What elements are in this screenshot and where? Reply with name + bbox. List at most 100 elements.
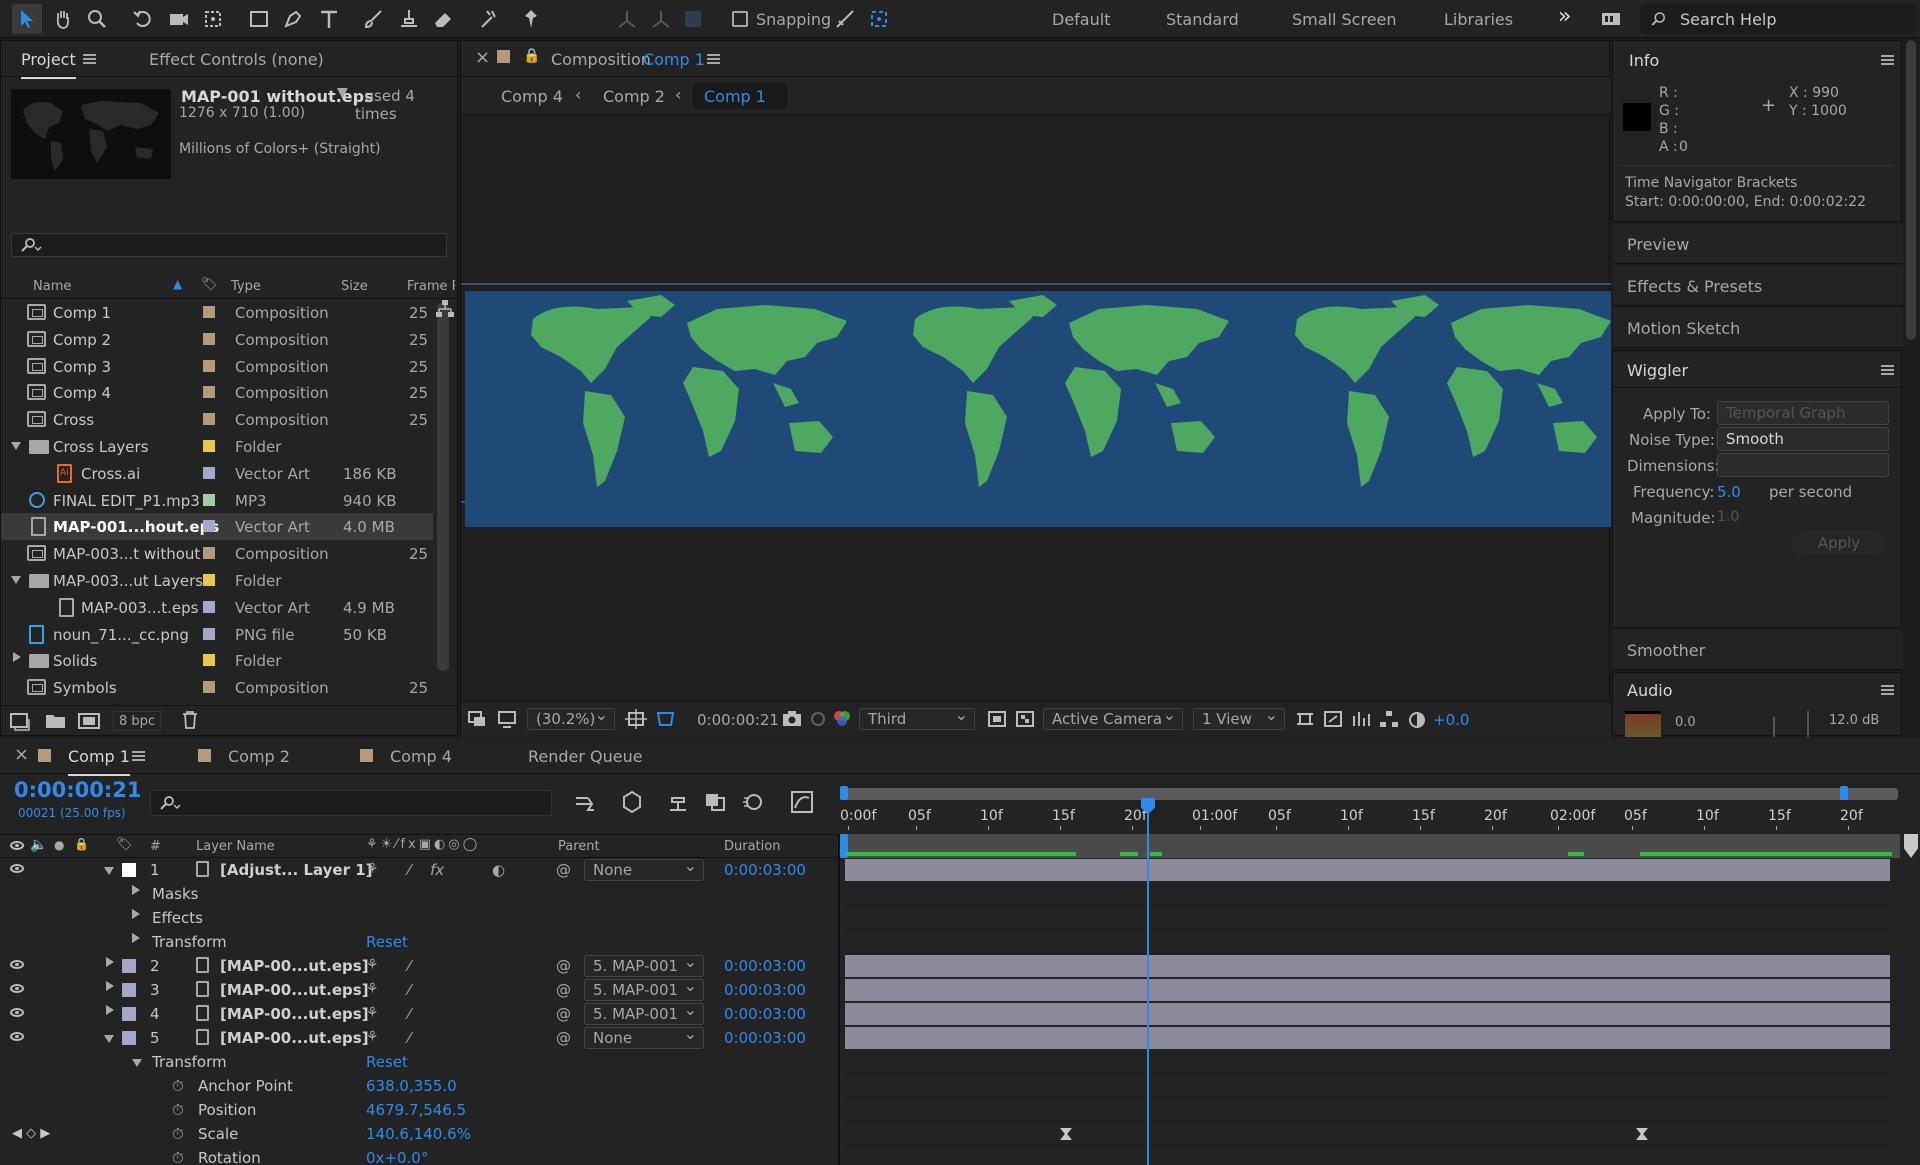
mask-visibility-icon[interactable] [655,709,677,729]
stopwatch-icon[interactable]: ⏱ [172,1101,184,1119]
label-swatch[interactable] [203,332,215,345]
timeline-tab-comp-4[interactable]: Comp 4 [390,747,452,766]
label-swatch[interactable] [203,306,215,318]
current-time-indicator[interactable] [1147,804,1149,1165]
property-row[interactable]: Transform Reset [0,1050,840,1074]
timeline-tab-comp-1[interactable]: Comp 1 [68,747,130,776]
layer-name[interactable]: [MAP-00...ut.eps] [220,957,369,975]
transparency-grid-icon[interactable] [1015,710,1035,728]
layer-expand-icon[interactable] [104,1035,114,1043]
info-menu-icon[interactable] [1881,55,1894,65]
project-item-row[interactable]: FINAL EDIT_P1.mp3 MP3 940 KB [1,487,433,514]
label-swatch[interactable] [203,493,215,506]
project-item-row[interactable]: MAP-003...t.eps Vector Art 4.9 MB [1,594,433,621]
timeline-tab-render-queue[interactable]: Render Queue [528,747,643,766]
right-panels-scrollbar[interactable] [1906,40,1916,340]
view-layout-dropdown[interactable]: 1 View [1193,705,1285,730]
layer-duration-bar[interactable] [845,859,1890,881]
tab-project[interactable]: Project [21,50,76,79]
layer-expand-icon[interactable] [106,1005,114,1015]
pick-whip-icon[interactable]: @ [556,957,571,975]
timeline-search-input[interactable] [150,790,552,816]
new-composition-icon[interactable] [77,711,101,731]
layer-expand-icon[interactable] [106,957,114,967]
hide-shy-layers-icon[interactable] [666,792,690,812]
layer-row[interactable]: 3 [MAP-00...ut.eps]⚘ ⁄ @5. MAP-001 w 0:00:03… [0,976,840,1017]
project-item-row[interactable]: Solids Folder [1,647,433,674]
exposure-value[interactable]: +0.0 [1433,711,1469,729]
pick-whip-icon[interactable]: @ [556,1029,571,1047]
shy-switch-icon[interactable]: ⚘ [366,981,379,997]
parent-dropdown[interactable]: None [584,858,704,881]
video-column-eye-icon[interactable] [10,841,24,850]
layer-visibility-eye-icon[interactable] [10,960,24,969]
lock-icon[interactable]: 🔒 [523,48,540,64]
label-column-icon[interactable]: 🏷 [201,277,218,292]
timeline-current-time[interactable]: 0:00:00:21 [14,778,141,802]
lock-column-icon[interactable]: 🔒 [74,837,89,851]
layer-visibility-eye-icon[interactable] [10,1032,24,1041]
parent-dropdown[interactable]: 5. MAP-001 w [584,1000,704,1041]
apply-to-dropdown[interactable]: Temporal Graph [1717,401,1889,425]
column-name[interactable]: Name [33,279,71,294]
layer-duration-bar[interactable] [845,1003,1890,1025]
channel-rgb-icon[interactable] [831,708,853,730]
noise-type-dropdown[interactable]: Smooth [1717,427,1889,451]
pen-tool-icon[interactable] [278,4,308,34]
label-swatch[interactable] [203,654,215,667]
shy-switch-icon[interactable]: ⚘ [366,957,379,973]
property-expand-icon[interactable] [132,933,140,943]
clone-stamp-tool-icon[interactable] [394,4,424,34]
sort-ascending-icon[interactable]: ▲ [173,277,182,291]
new-folder-icon[interactable] [45,712,67,730]
project-item-row[interactable]: Ai Cross.ai Vector Art 186 KB [1,460,433,487]
timeline-tab-comp-2[interactable]: Comp 2 [228,747,290,766]
project-item-row[interactable]: MAP-003...t without Composition 25 [1,540,433,567]
layer-duration[interactable]: 0:00:03:00 [724,1029,806,1047]
audio-column-icon[interactable]: 🔈 [30,837,47,853]
frequency-value[interactable]: 5.0 [1717,483,1741,501]
layer-name[interactable]: [MAP-00...ut.eps] [220,1005,369,1023]
magnitude-value[interactable]: 1.0 [1717,509,1739,525]
quality-switch-icon[interactable]: ⁄ [408,1005,411,1023]
stopwatch-icon[interactable]: ⏱ [172,1077,184,1095]
layer-label-swatch[interactable] [122,983,136,997]
current-time-display[interactable]: 0:00:00:21 [697,711,779,729]
adjustment-layer-icon[interactable]: ◐ [492,861,505,879]
reset-link[interactable]: Reset [366,933,408,951]
column-size[interactable]: Size [341,279,368,294]
composition-tab-name[interactable]: Comp 1 [643,50,705,69]
frame-blending-icon[interactable] [704,792,726,812]
pick-whip-icon[interactable]: @ [556,1005,571,1023]
folder-collapse-icon[interactable] [13,652,21,663]
layer-name[interactable]: [MAP-00...ut.eps] [220,1029,369,1047]
breadcrumb-comp-2[interactable]: Comp 2 [603,87,665,106]
label-swatch[interactable] [203,627,215,640]
type-tool-icon[interactable] [314,4,344,34]
effects-presets-panel-header[interactable]: Effects & Presets [1613,266,1903,306]
label-swatch[interactable] [203,466,215,479]
fast-previews-icon[interactable] [1323,710,1343,728]
pick-whip-icon[interactable]: @ [556,861,571,879]
project-item-row[interactable]: Cross Composition 25 [1,406,433,433]
pick-whip-icon[interactable]: @ [556,981,571,999]
quality-switch-icon[interactable]: ⁄ [408,981,411,999]
snapping-checkbox[interactable] [732,11,748,27]
snap-edges-icon[interactable] [830,4,860,34]
preview-panel-header[interactable]: Preview [1613,224,1903,264]
comp-flowchart-icon[interactable] [1379,710,1399,728]
timeline-zoom-handle[interactable] [1904,834,1918,858]
stopwatch-icon[interactable]: ⏱ [172,1125,184,1143]
layer-name[interactable]: [Adjust... Layer 1] [220,861,373,879]
selected-item-dropdown-icon[interactable]: ▼ [337,85,348,101]
flowchart-icon[interactable] [435,299,455,319]
world-axis-icon[interactable] [646,4,676,34]
layer-duration[interactable]: 0:00:03:00 [724,981,806,999]
eraser-tool-icon[interactable] [428,4,458,34]
layer-name[interactable]: [MAP-00...ut.eps] [220,981,369,999]
project-search-input[interactable] [11,233,447,257]
property-value[interactable]: 638.0,355.0 [366,1077,457,1095]
timeline-icon[interactable] [1351,710,1371,728]
audio-slider-right[interactable] [1807,711,1809,737]
layer-name-column[interactable]: Layer Name [196,839,275,854]
